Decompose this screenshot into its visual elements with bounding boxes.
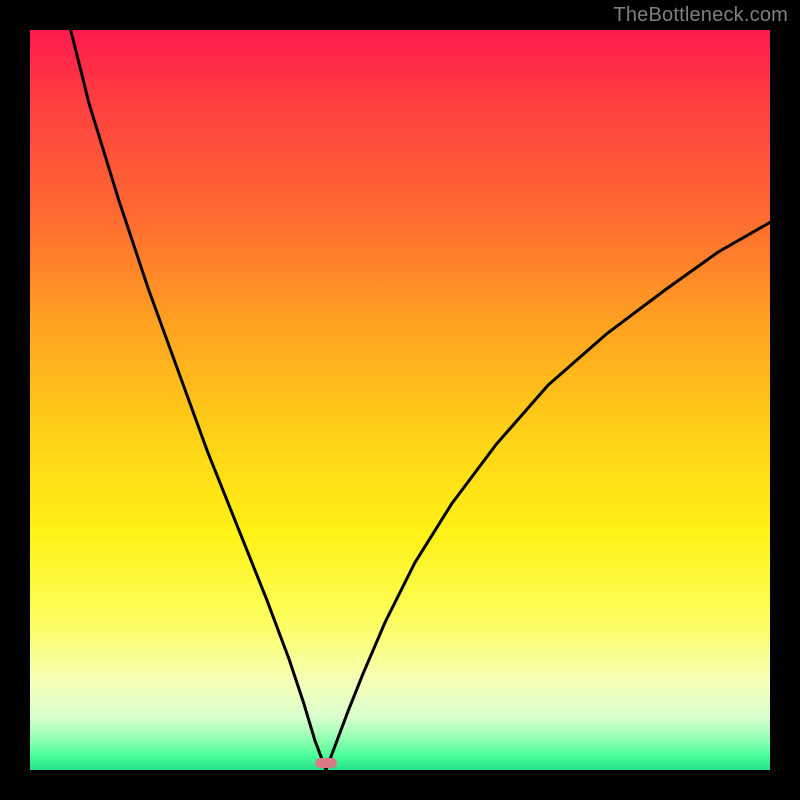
attribution-text: TheBottleneck.com — [613, 4, 788, 27]
minimum-marker — [315, 758, 337, 768]
plot-area — [30, 30, 770, 770]
curve-layer — [30, 30, 770, 770]
chart-frame: TheBottleneck.com — [0, 0, 800, 800]
bottleneck-curve — [30, 0, 770, 770]
